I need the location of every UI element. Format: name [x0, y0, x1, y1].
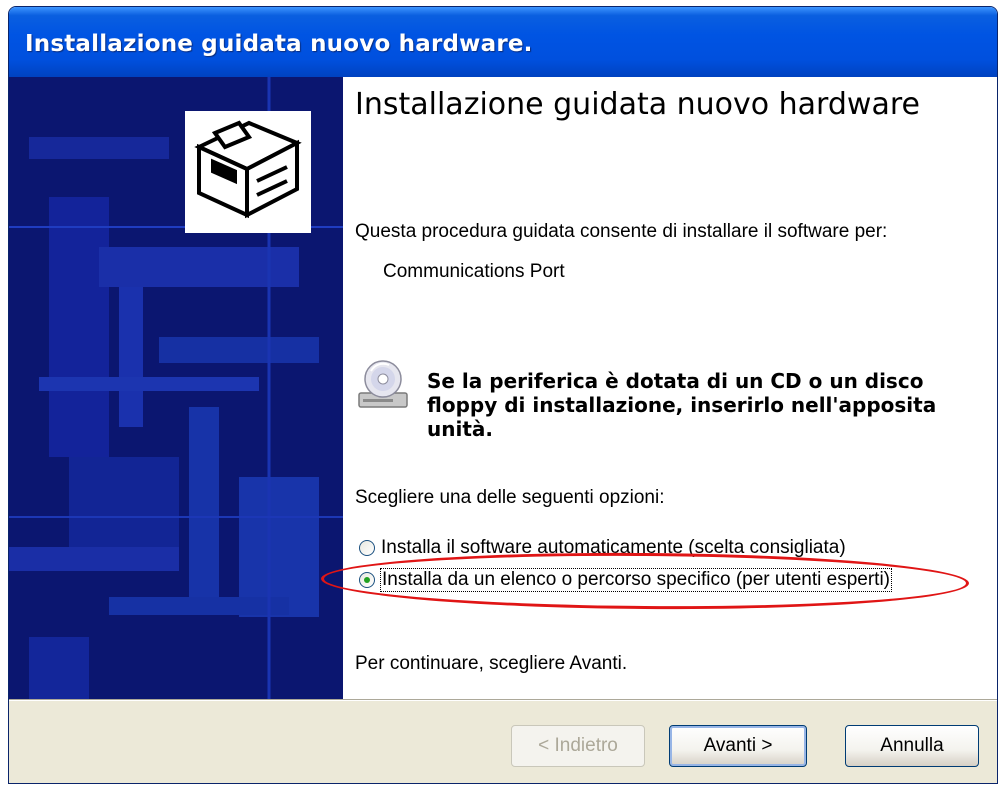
cancel-button[interactable]: Annulla	[845, 725, 979, 767]
hardware-wizard-icon	[185, 111, 311, 233]
intro-text: Questa procedura guidata consente di ins…	[355, 221, 888, 242]
radio-auto-install[interactable]	[359, 540, 375, 556]
title-bar[interactable]: Installazione guidata nuovo hardware.	[9, 7, 997, 77]
continue-hint: Per continuare, scegliere Avanti.	[355, 653, 628, 674]
page-title: Installazione guidata nuovo hardware	[355, 87, 920, 122]
next-button[interactable]: Avanti >	[669, 725, 807, 767]
red-annotation-ellipse	[320, 550, 970, 612]
window-title: Installazione guidata nuovo hardware.	[25, 31, 533, 57]
wizard-content: Installazione guidata nuovo hardware Que…	[320, 77, 997, 699]
cd-instruction: Se la periferica è dotata di un CD o un …	[427, 369, 937, 441]
back-button[interactable]: < Indietro	[511, 725, 645, 767]
wizard-side-panel	[9, 77, 343, 699]
wizard-window: Installazione guidata nuovo hardware. In…	[8, 6, 998, 784]
device-name: Communications Port	[383, 261, 565, 282]
options-prompt: Scegliere una delle seguenti opzioni:	[355, 487, 665, 508]
button-bar: < Indietro Avanti > Annulla	[9, 701, 997, 783]
cd-drive-icon	[355, 357, 411, 413]
